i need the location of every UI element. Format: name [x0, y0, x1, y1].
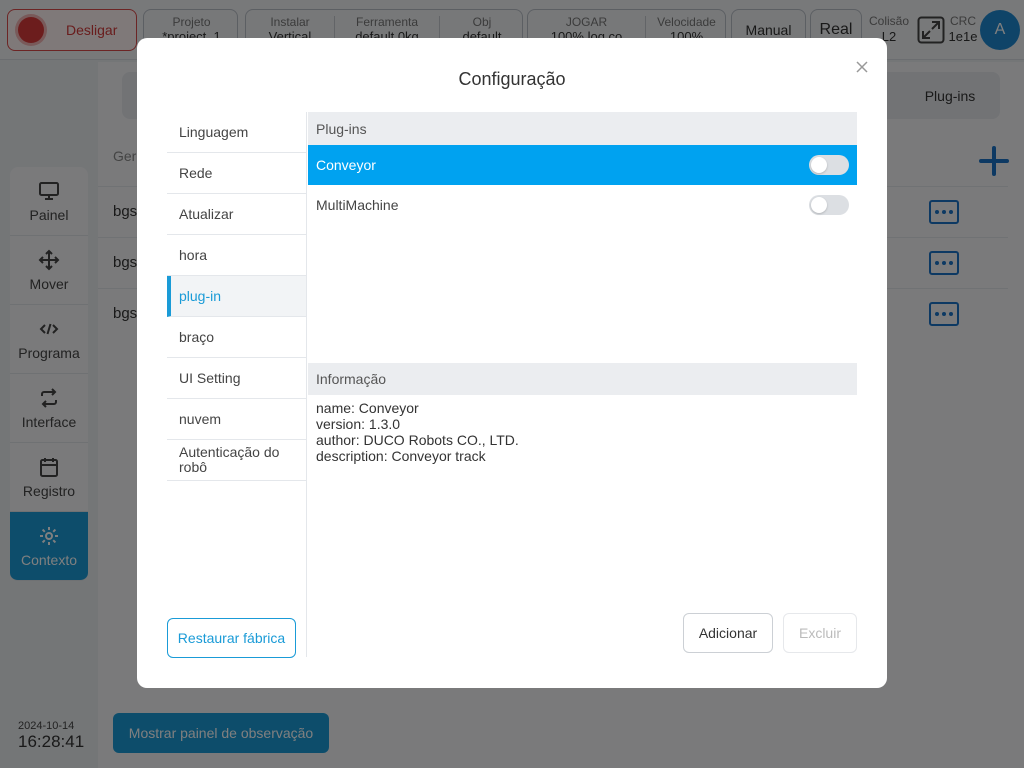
nav-item-plugin[interactable]: plug-in: [167, 276, 306, 317]
close-icon[interactable]: [853, 58, 871, 76]
dialog-title: Configuração: [458, 69, 566, 89]
nav-item-linguagem[interactable]: Linguagem: [167, 112, 306, 153]
delete-button[interactable]: Excluir: [783, 613, 857, 653]
plugins-pane: Plug-ins Conveyor MultiMachine: [308, 112, 857, 225]
nav-item-ui-setting[interactable]: UI Setting: [167, 358, 306, 399]
nav-item-hora[interactable]: hora: [167, 235, 306, 276]
plugin-row-conveyor[interactable]: Conveyor: [308, 145, 857, 185]
plugin-row-multimachine[interactable]: MultiMachine: [308, 185, 857, 225]
plugin-enable-toggle[interactable]: [809, 195, 849, 215]
info-line: version: 1.3.0: [316, 416, 401, 432]
plugin-enable-toggle[interactable]: [809, 155, 849, 175]
info-line: name: Conveyor: [316, 400, 419, 416]
restore-factory-button[interactable]: Restaurar fábrica: [167, 618, 296, 658]
nav-item-braco[interactable]: braço: [167, 317, 306, 358]
plugins-header: Plug-ins: [308, 112, 857, 145]
nav-item-rede[interactable]: Rede: [167, 153, 306, 194]
info-line: description: Conveyor track: [316, 448, 486, 464]
plugin-name: MultiMachine: [316, 197, 399, 213]
plugin-info: name: Conveyor version: 1.3.0 author: DU…: [316, 400, 519, 464]
nav-item-nuvem[interactable]: nuvem: [167, 399, 306, 440]
nav-item-autenticacao[interactable]: Autenticação do robô: [167, 440, 306, 481]
add-button[interactable]: Adicionar: [683, 613, 773, 653]
info-line: author: DUCO Robots CO., LTD.: [316, 432, 519, 448]
settings-nav: Linguagem Rede Atualizar hora plug-in br…: [167, 112, 307, 657]
info-header: Informação: [308, 363, 857, 395]
plugin-name: Conveyor: [316, 157, 376, 173]
settings-dialog: Configuração Linguagem Rede Atualizar ho…: [137, 38, 887, 688]
nav-item-atualizar[interactable]: Atualizar: [167, 194, 306, 235]
